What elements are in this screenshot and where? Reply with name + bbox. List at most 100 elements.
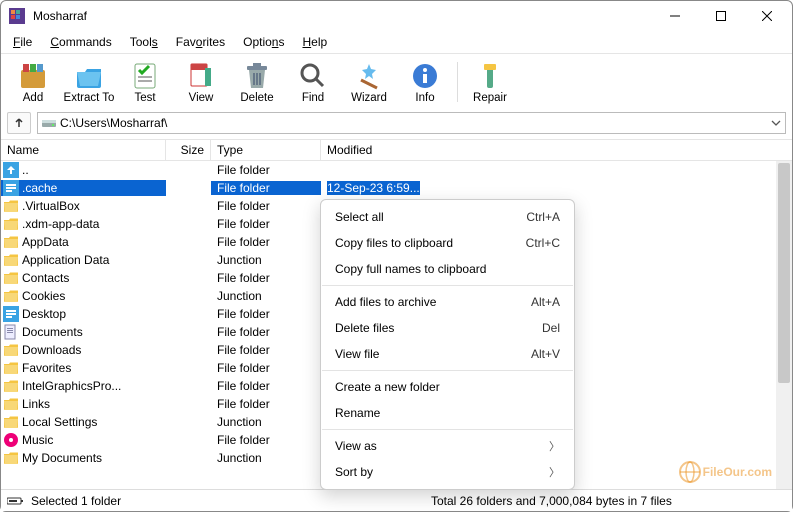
toolbar-label: Info xyxy=(415,92,434,104)
file-icon xyxy=(3,396,19,412)
context-label: Copy files to clipboard xyxy=(335,236,453,250)
column-name[interactable]: Name xyxy=(1,140,166,160)
toolbar-view[interactable]: View xyxy=(173,56,229,108)
context-label: Add files to archive xyxy=(335,295,436,309)
window-title: Mosharraf xyxy=(33,9,652,23)
context-rename[interactable]: Rename xyxy=(321,400,574,426)
context-label: View file xyxy=(335,347,379,361)
view-icon xyxy=(185,60,217,90)
file-name: My Documents xyxy=(22,451,102,465)
file-type: Junction xyxy=(211,289,321,303)
menu-favorites[interactable]: Favorites xyxy=(168,33,233,51)
disk-icon xyxy=(41,115,57,131)
menu-file[interactable]: File xyxy=(5,33,40,51)
toolbar-label: Repair xyxy=(473,92,507,104)
toolbar-label: Test xyxy=(134,92,155,104)
toolbar-label: Find xyxy=(302,92,324,104)
shortcut: Alt+A xyxy=(531,295,560,309)
file-icon xyxy=(3,234,19,250)
file-name: .VirtualBox xyxy=(22,199,80,213)
address-bar[interactable]: C:\Users\Mosharraf\ xyxy=(37,112,786,134)
toolbar-find[interactable]: Find xyxy=(285,56,341,108)
menu-options[interactable]: Options xyxy=(235,33,292,51)
shortcut: Ctrl+A xyxy=(526,210,560,224)
menu-commands[interactable]: Commands xyxy=(42,33,119,51)
toolbar-repair[interactable]: Repair xyxy=(462,56,518,108)
shortcut: Alt+V xyxy=(531,347,560,361)
context-label: Delete files xyxy=(335,321,394,335)
file-row[interactable]: .cacheFile folder12-Sep-23 6:59... xyxy=(1,179,792,197)
extract-icon xyxy=(73,60,105,90)
toolbar-add[interactable]: Add xyxy=(5,56,61,108)
up-button[interactable] xyxy=(7,112,31,134)
file-icon xyxy=(3,432,19,448)
file-type: File folder xyxy=(211,325,321,339)
file-type: File folder xyxy=(211,343,321,357)
file-icon xyxy=(3,252,19,268)
file-type: File folder xyxy=(211,379,321,393)
scrollbar-thumb[interactable] xyxy=(778,163,790,383)
file-icon xyxy=(3,180,19,196)
file-type: Junction xyxy=(211,415,321,429)
shortcut: Del xyxy=(542,321,560,335)
file-name: .. xyxy=(22,163,29,177)
chevron-right-icon: 〉 xyxy=(549,438,560,454)
delete-icon xyxy=(241,60,273,90)
context-menu: Select allCtrl+ACopy files to clipboardC… xyxy=(320,199,575,490)
toolbar-wizard[interactable]: Wizard xyxy=(341,56,397,108)
file-icon xyxy=(3,198,19,214)
file-type: File folder xyxy=(211,307,321,321)
file-name: Contacts xyxy=(22,271,69,285)
file-row[interactable]: .. File folder xyxy=(1,161,792,179)
context-separator xyxy=(322,370,573,371)
status-left: Selected 1 folder xyxy=(31,494,431,508)
file-name: Application Data xyxy=(22,253,109,267)
context-label: Copy full names to clipboard xyxy=(335,262,486,276)
context-delete-files[interactable]: Delete files Del xyxy=(321,315,574,341)
chevron-right-icon: 〉 xyxy=(549,464,560,480)
menu-tools[interactable]: Tools xyxy=(122,33,166,51)
context-view-as[interactable]: View as〉 xyxy=(321,433,574,459)
file-name: Favorites xyxy=(22,361,71,375)
file-type: File folder xyxy=(211,397,321,411)
file-type: File folder xyxy=(211,199,321,213)
column-size[interactable]: Size xyxy=(166,140,211,160)
title-bar: Mosharraf xyxy=(1,1,792,31)
context-view-file[interactable]: View file Alt+V xyxy=(321,341,574,367)
context-sort-by[interactable]: Sort by〉 xyxy=(321,459,574,485)
info-icon xyxy=(409,60,441,90)
file-type: File folder xyxy=(211,163,321,177)
file-name: Local Settings xyxy=(22,415,97,429)
context-copy-files-to-clipboard[interactable]: Copy files to clipboardCtrl+C xyxy=(321,230,574,256)
file-icon xyxy=(3,324,19,340)
file-type: File folder xyxy=(211,217,321,231)
minimize-button[interactable] xyxy=(652,1,698,31)
toolbar: AddExtract To Test View Delete Find Wizard Inf… xyxy=(1,53,792,109)
file-icon xyxy=(3,450,19,466)
chevron-down-icon[interactable] xyxy=(771,118,781,128)
address-path: C:\Users\Mosharraf\ xyxy=(60,116,167,130)
toolbar-extract-to[interactable]: Extract To xyxy=(61,56,117,108)
maximize-button[interactable] xyxy=(698,1,744,31)
menu-help[interactable]: Help xyxy=(294,33,335,51)
toolbar-label: Delete xyxy=(240,92,273,104)
toolbar-delete[interactable]: Delete xyxy=(229,56,285,108)
column-type[interactable]: Type xyxy=(211,140,321,160)
scrollbar[interactable] xyxy=(776,161,792,491)
address-row: C:\Users\Mosharraf\ xyxy=(1,109,792,137)
context-create-a-new-folder[interactable]: Create a new folder xyxy=(321,374,574,400)
toolbar-test[interactable]: Test xyxy=(117,56,173,108)
wizard-icon xyxy=(353,60,385,90)
file-type: File folder xyxy=(211,271,321,285)
context-add-files-to-archive[interactable]: Add files to archive Alt+A xyxy=(321,289,574,315)
context-copy-full-names-to-clipboard[interactable]: Copy full names to clipboard xyxy=(321,256,574,282)
file-name: AppData xyxy=(22,235,69,249)
column-modified[interactable]: Modified xyxy=(321,140,792,160)
close-button[interactable] xyxy=(744,1,790,31)
toolbar-info[interactable]: Info xyxy=(397,56,453,108)
file-name: Music xyxy=(22,433,53,447)
context-select-all[interactable]: Select allCtrl+A xyxy=(321,204,574,230)
context-label: Create a new folder xyxy=(335,380,440,394)
menu-bar: File Commands Tools Favorites Options He… xyxy=(1,31,792,53)
file-type: File folder xyxy=(211,181,321,195)
